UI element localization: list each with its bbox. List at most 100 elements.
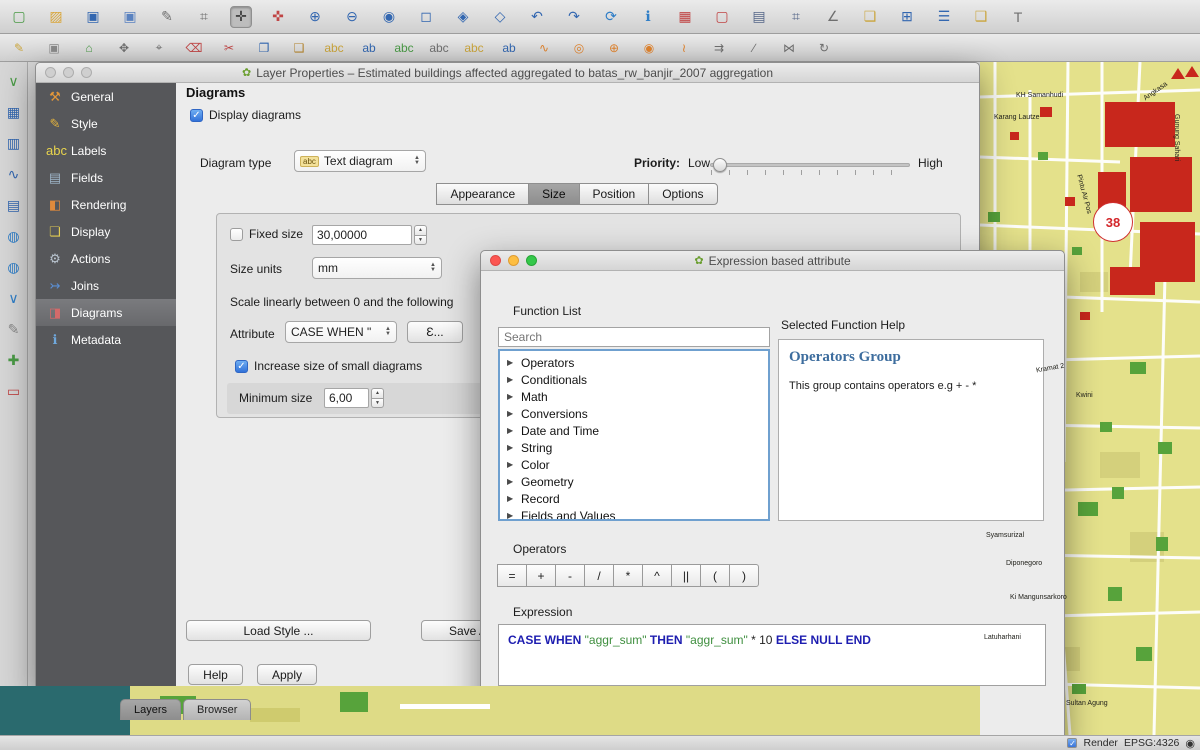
sidebar-item-display[interactable]: ❏ Display (36, 218, 176, 245)
zoom-out-icon[interactable]: ⊖ (341, 6, 363, 28)
add-part-icon[interactable]: ⊕ (603, 37, 625, 59)
zoom-window-icon[interactable] (526, 255, 537, 266)
add-wms-layer-icon[interactable]: ◍ (3, 225, 25, 247)
operator-minus-button[interactable]: - (555, 564, 585, 587)
zoom-to-layer-icon[interactable]: ◇ (489, 6, 511, 28)
zoom-full-icon[interactable]: ◻ (415, 6, 437, 28)
stepper-arrows-icon[interactable]: ▲▼ (371, 388, 384, 408)
expand-arrow-icon[interactable]: ▶ (507, 426, 515, 435)
tab-size[interactable]: Size (528, 183, 579, 205)
tab-position[interactable]: Position (579, 183, 650, 205)
zoom-last-icon[interactable]: ↶ (526, 6, 548, 28)
priority-slider-thumb[interactable] (713, 158, 727, 172)
function-group-date-and-time[interactable]: ▶ Date and Time (500, 422, 768, 439)
operator-plus-button[interactable]: + (526, 564, 556, 587)
size-units-select[interactable]: mm ▲▼ (312, 257, 442, 279)
function-group-operators[interactable]: ▶ Operators (500, 354, 768, 371)
minimize-window-icon[interactable] (63, 67, 74, 78)
save-edits-icon[interactable]: ▣ (43, 37, 65, 59)
toggle-editing-icon[interactable]: ✎ (8, 37, 30, 59)
pan-to-selection-icon[interactable]: ✜ (267, 6, 289, 28)
minimum-size-spinner[interactable]: 6,00 ▲▼ (324, 388, 384, 408)
close-window-icon[interactable] (45, 67, 56, 78)
text-annotation-icon[interactable]: T (1007, 6, 1029, 28)
show-bookmarks-icon[interactable]: ☰ (933, 6, 955, 28)
select-features-icon[interactable]: ▦ (674, 6, 696, 28)
add-vector-layer-icon[interactable]: ∨ (3, 70, 25, 92)
new-shapefile-icon[interactable]: ✎ (3, 318, 25, 340)
new-composer-icon[interactable]: ✎ (156, 6, 178, 28)
sidebar-item-labels[interactable]: abc Labels (36, 137, 176, 164)
expand-arrow-icon[interactable]: ▶ (507, 443, 515, 452)
label-toolbar-icon-6[interactable]: ab (498, 37, 520, 59)
expression-builder-button[interactable]: Ɛ... (407, 321, 463, 343)
fixed-size-checkbox[interactable] (230, 228, 243, 241)
zoom-window-icon[interactable] (81, 67, 92, 78)
delete-selected-icon[interactable]: ⌫ (183, 37, 205, 59)
move-feature-icon[interactable]: ✥ (113, 37, 135, 59)
rotate-feature-icon[interactable]: ↻ (813, 37, 835, 59)
add-mssql-layer-icon[interactable]: ▤ (3, 194, 25, 216)
close-window-icon[interactable] (490, 255, 501, 266)
cut-features-icon[interactable]: ✂ (218, 37, 240, 59)
sidebar-item-actions[interactable]: ⚙ Actions (36, 245, 176, 272)
expand-arrow-icon[interactable]: ▶ (507, 358, 515, 367)
operator-equals-button[interactable]: = (497, 564, 527, 587)
operator-divide-button[interactable]: / (584, 564, 614, 587)
offset-curve-icon[interactable]: ⇉ (708, 37, 730, 59)
projection-icon[interactable]: ◉ (1185, 737, 1195, 750)
create-layer-icon[interactable]: ✚ (3, 349, 25, 371)
expand-arrow-icon[interactable]: ▶ (507, 494, 515, 503)
expand-arrow-icon[interactable]: ▶ (507, 511, 515, 520)
function-group-conditionals[interactable]: ▶ Conditionals (500, 371, 768, 388)
sidebar-item-style[interactable]: ✎ Style (36, 110, 176, 137)
field-calculator-icon[interactable]: ⌗ (785, 6, 807, 28)
measure-icon[interactable]: ∠ (822, 6, 844, 28)
deselect-features-icon[interactable]: ▢ (711, 6, 733, 28)
function-group-math[interactable]: ▶ Math (500, 388, 768, 405)
help-button[interactable]: Help (188, 664, 243, 685)
refresh-icon[interactable]: ⟳ (600, 6, 622, 28)
priority-slider[interactable] (710, 163, 910, 167)
zoom-native-icon[interactable]: ◉ (378, 6, 400, 28)
new-bookmark-icon[interactable]: ⊞ (896, 6, 918, 28)
tab-browser[interactable]: Browser (183, 699, 251, 720)
copy-features-icon[interactable]: ❐ (253, 37, 275, 59)
fill-ring-icon[interactable]: ◉ (638, 37, 660, 59)
zoom-next-icon[interactable]: ↷ (563, 6, 585, 28)
apply-button[interactable]: Apply (257, 664, 317, 685)
function-group-conversions[interactable]: ▶ Conversions (500, 405, 768, 422)
sidebar-item-rendering[interactable]: ◧ Rendering (36, 191, 176, 218)
zoom-to-selection-icon[interactable]: ◈ (452, 6, 474, 28)
expression-editor[interactable]: CASE WHEN "aggr_sum" THEN "aggr_sum" * 1… (498, 624, 1046, 686)
label-toolbar-icon-1[interactable]: abc (323, 37, 345, 59)
function-group-record[interactable]: ▶ Record (500, 490, 768, 507)
save-project-as-icon[interactable]: ▣ (119, 6, 141, 28)
remove-layer-icon[interactable]: ▭ (3, 380, 25, 402)
zoom-in-icon[interactable]: ⊕ (304, 6, 326, 28)
tab-options[interactable]: Options (648, 183, 717, 205)
merge-features-icon[interactable]: ⋈ (778, 37, 800, 59)
attribute-table-icon[interactable]: ▤ (748, 6, 770, 28)
pan-map-icon[interactable]: ✛ (230, 6, 252, 28)
expand-arrow-icon[interactable]: ▶ (507, 392, 515, 401)
operator-concat-button[interactable]: || (671, 564, 701, 587)
label-toolbar-icon-5[interactable]: abc (463, 37, 485, 59)
label-toolbar-icon-2[interactable]: ab (358, 37, 380, 59)
function-group-string[interactable]: ▶ String (500, 439, 768, 456)
save-project-icon[interactable]: ▣ (82, 6, 104, 28)
annotation-icon[interactable]: ❑ (970, 6, 992, 28)
expand-arrow-icon[interactable]: ▶ (507, 460, 515, 469)
expand-arrow-icon[interactable]: ▶ (507, 409, 515, 418)
add-wfs-layer-icon[interactable]: ∨ (3, 287, 25, 309)
label-toolbar-icon-3[interactable]: abc (393, 37, 415, 59)
capture-polygon-icon[interactable]: ⌂ (78, 37, 100, 59)
sidebar-item-metadata[interactable]: ℹ Metadata (36, 326, 176, 353)
fixed-size-spinner[interactable]: 30,00000 ▲▼ (312, 225, 427, 245)
simplify-feature-icon[interactable]: ∿ (533, 37, 555, 59)
tab-appearance[interactable]: Appearance (436, 183, 529, 205)
add-raster-layer-icon[interactable]: ▦ (3, 101, 25, 123)
operator-open-paren-button[interactable]: ( (700, 564, 730, 587)
function-group-geometry[interactable]: ▶ Geometry (500, 473, 768, 490)
attribute-select[interactable]: CASE WHEN " ▲▼ (285, 321, 397, 343)
